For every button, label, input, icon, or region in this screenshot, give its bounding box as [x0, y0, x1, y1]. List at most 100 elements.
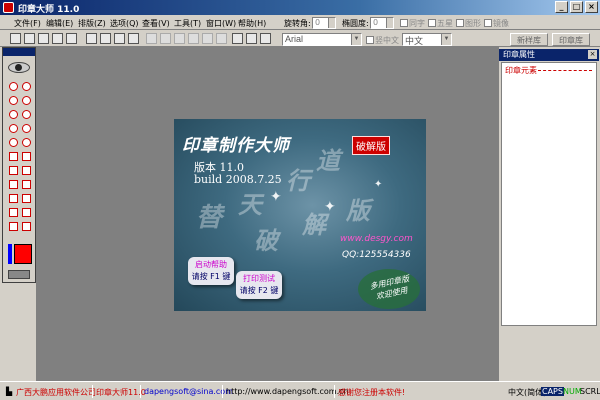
text-frame-icon[interactable] [22, 208, 31, 217]
checkbox-same-char[interactable]: 同字 [400, 18, 425, 29]
splash-screen[interactable]: 替 天 行 道 破 解 版 ✦ ✦ ✦ 印章制作大师 破解版 版本 11.0 b… [174, 119, 426, 311]
help-button-line1: 启动帮助 [195, 260, 227, 269]
grid-icon[interactable] [246, 33, 257, 44]
menu-bar: 文件(F) 编辑(E) 排版(Z) 选项(Q) 查看(V) 工具(T) 窗口(W… [0, 15, 600, 30]
status-email[interactable]: dapengsoft@sina.com [144, 387, 233, 396]
menu-options[interactable]: 选项(Q) [110, 18, 139, 29]
status-bar: ▙ 广西大鹏应用软件公司 印章大师11.0 dapengsoft@sina.co… [0, 381, 600, 400]
language-select[interactable]: 中文 ▼ [402, 33, 452, 46]
text-frame-icon[interactable] [9, 208, 18, 217]
toolbar: Arial ▼ 竖中文 中文 ▼ 新样库 印章库 [0, 31, 600, 47]
close-icon[interactable]: × [588, 50, 597, 59]
rect-stamp-icon[interactable] [9, 180, 18, 189]
rect-stamp-icon[interactable] [22, 180, 31, 189]
window-title: 印章大师 11.0 [18, 5, 80, 15]
rotation-spinner[interactable]: 0 [312, 17, 336, 29]
align-left-icon[interactable] [146, 33, 157, 44]
checkbox-mirror[interactable]: 镜像 [484, 18, 509, 29]
print-button-line1: 打印测试 [243, 274, 275, 283]
status-register[interactable]: 感谢您注册本软件! [338, 387, 405, 398]
circle-stamp-icon[interactable] [9, 110, 18, 119]
checkbox-graphic[interactable]: 图形 [456, 18, 481, 29]
text-frame-icon[interactable] [22, 222, 31, 231]
menu-tools[interactable]: 工具(T) [174, 18, 201, 29]
splash-deco-char: 行 [286, 166, 310, 195]
ellipse-stamp-icon[interactable] [22, 138, 31, 147]
tool-palette [2, 47, 36, 283]
menu-layout[interactable]: 排版(Z) [78, 18, 106, 29]
splash-title: 印章制作大师 [182, 136, 290, 156]
minimize-button[interactable]: _ [555, 1, 568, 13]
close-button[interactable]: × [585, 1, 598, 13]
align-right-icon[interactable] [174, 33, 185, 44]
windows-flag-icon: ▙ [6, 387, 13, 396]
ellipse-spinner[interactable]: 0 [370, 17, 394, 29]
maximize-button[interactable]: □ [570, 1, 583, 13]
cut-icon[interactable] [86, 33, 97, 44]
open-file-icon[interactable] [24, 33, 35, 44]
menu-edit[interactable]: 编辑(E) [46, 18, 73, 29]
delete-icon[interactable] [128, 33, 139, 44]
ellipse-stamp-icon[interactable] [9, 124, 18, 133]
new-file-icon[interactable] [10, 33, 21, 44]
help-f1-button[interactable]: 启动帮助 请按 F1 键 [188, 257, 234, 285]
splash-build: build 2008.7.25 [194, 173, 282, 186]
rotation-label: 旋转角: [284, 19, 311, 28]
align-center-icon[interactable] [160, 33, 171, 44]
status-scrl: SCRL [580, 387, 600, 396]
circle-stamp-icon[interactable] [22, 110, 31, 119]
title-bar: 印章大师 11.0 _ □ × [0, 0, 600, 15]
align-bottom-icon[interactable] [216, 33, 227, 44]
print-test-f2-button[interactable]: 打印测试 请按 F2 键 [236, 271, 282, 299]
star-icon: ✦ [270, 189, 282, 205]
ellipse-stamp-icon[interactable] [9, 138, 18, 147]
align-middle-icon[interactable] [202, 33, 213, 44]
properties-list[interactable]: 印章元素 [501, 62, 597, 326]
rect-stamp-icon[interactable] [22, 194, 31, 203]
checkbox-star[interactable]: 五星 [428, 18, 453, 29]
status-caps: CAPS [541, 387, 564, 396]
print-icon[interactable] [66, 33, 77, 44]
secondary-color-icon[interactable] [8, 244, 12, 264]
language-value: 中文 [405, 36, 424, 46]
chevron-down-icon: ▼ [441, 34, 451, 45]
zoom-icon[interactable] [232, 33, 243, 44]
circle-stamp-icon[interactable] [22, 96, 31, 105]
ellipse-stamp-icon[interactable] [22, 124, 31, 133]
menu-help[interactable]: 帮助(H) [238, 18, 266, 29]
triangle-stamp-icon[interactable] [22, 166, 31, 175]
paste-icon[interactable] [114, 33, 125, 44]
export-icon[interactable] [260, 33, 271, 44]
print-button-line2: 请按 F2 键 [239, 286, 279, 295]
copy-icon[interactable] [100, 33, 111, 44]
tab-stamp-library[interactable]: 印章库 [552, 33, 590, 46]
menu-file[interactable]: 文件(F) [14, 18, 41, 29]
rect-stamp-icon[interactable] [9, 194, 18, 203]
font-select[interactable]: Arial ▼ [282, 33, 362, 46]
status-company: 广西大鹏应用软件公司 [16, 388, 96, 397]
checkbox-vertical-chinese[interactable]: 竖中文 [366, 35, 399, 46]
text-frame-icon[interactable] [9, 222, 18, 231]
triangle-stamp-icon[interactable] [9, 166, 18, 175]
print-preview-icon[interactable] [52, 33, 63, 44]
square-stamp-icon[interactable] [9, 152, 18, 161]
circle-stamp-icon[interactable] [9, 96, 18, 105]
status-website[interactable]: http://www.dapengsoft.com.cn [226, 387, 349, 396]
square-stamp-icon[interactable] [22, 152, 31, 161]
menu-view[interactable]: 查看(V) [142, 18, 170, 29]
circle-stamp-icon[interactable] [22, 82, 31, 91]
ellipse-label: 椭圆度: [342, 19, 369, 28]
eye-icon[interactable] [8, 62, 30, 73]
star-icon: ✦ [374, 179, 383, 190]
font-value: Arial [285, 34, 304, 44]
properties-panel-header: 印章属性 × [499, 49, 599, 61]
align-top-icon[interactable] [188, 33, 199, 44]
stamp-elements-label: 印章元素 [505, 66, 537, 75]
menu-window[interactable]: 窗口(W) [206, 18, 236, 29]
current-color-swatch[interactable] [14, 244, 32, 264]
star-icon: ✦ [324, 199, 336, 215]
palette-settings-icon[interactable] [8, 270, 30, 279]
circle-stamp-icon[interactable] [9, 82, 18, 91]
save-file-icon[interactable] [38, 33, 49, 44]
tab-new-library[interactable]: 新样库 [510, 33, 548, 46]
